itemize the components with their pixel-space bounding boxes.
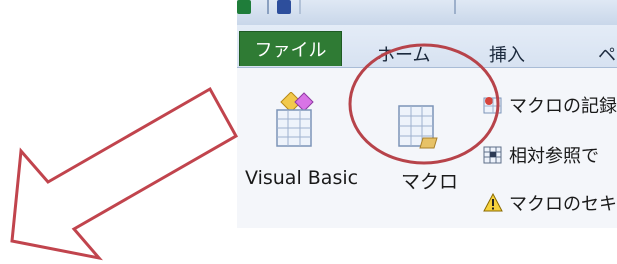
- qat-separator: [454, 0, 456, 14]
- tab-page-layout-label: ペ: [598, 45, 616, 66]
- visual-basic-button[interactable]: [271, 91, 317, 154]
- record-macro-label: マクロの記録: [509, 96, 617, 117]
- record-macro-icon: [483, 97, 502, 114]
- save-icon[interactable]: [277, 0, 291, 14]
- record-macro-command[interactable]: マクロの記録: [483, 92, 617, 118]
- macro-icon: [398, 105, 438, 149]
- visual-basic-icon: [276, 91, 314, 147]
- macro-button[interactable]: [395, 102, 441, 158]
- relative-reference-command[interactable]: 相対参照で: [483, 142, 599, 168]
- relative-reference-label: 相対参照で: [509, 146, 599, 167]
- macro-security-command[interactable]: マクロのセキュ: [483, 190, 617, 216]
- title-bar: [237, 0, 617, 25]
- macro-security-label: マクロのセキュ: [509, 194, 617, 215]
- qat-separator: [267, 0, 269, 14]
- tab-page-layout[interactable]: ペ: [598, 41, 616, 67]
- tab-insert-label: 挿入: [489, 45, 525, 66]
- excel-app-icon: [237, 0, 251, 14]
- tab-file-label: ファイル: [254, 40, 327, 61]
- down-left-arrow: [10, 86, 239, 261]
- tab-home[interactable]: ホーム: [377, 41, 430, 67]
- visual-basic-label: Visual Basic: [245, 167, 359, 189]
- tab-home-label: ホーム: [377, 45, 431, 66]
- tab-file[interactable]: ファイル: [239, 31, 342, 66]
- relative-reference-icon: [483, 146, 502, 164]
- qat-separator: [299, 0, 301, 14]
- tab-insert[interactable]: 挿入: [489, 41, 525, 67]
- macro-label: マクロ: [401, 171, 459, 193]
- warning-icon: [483, 193, 503, 212]
- excel-ribbon: ファイル ホーム 挿入 ペ Visual Basic マクロ マクロの記録 相対…: [237, 0, 617, 228]
